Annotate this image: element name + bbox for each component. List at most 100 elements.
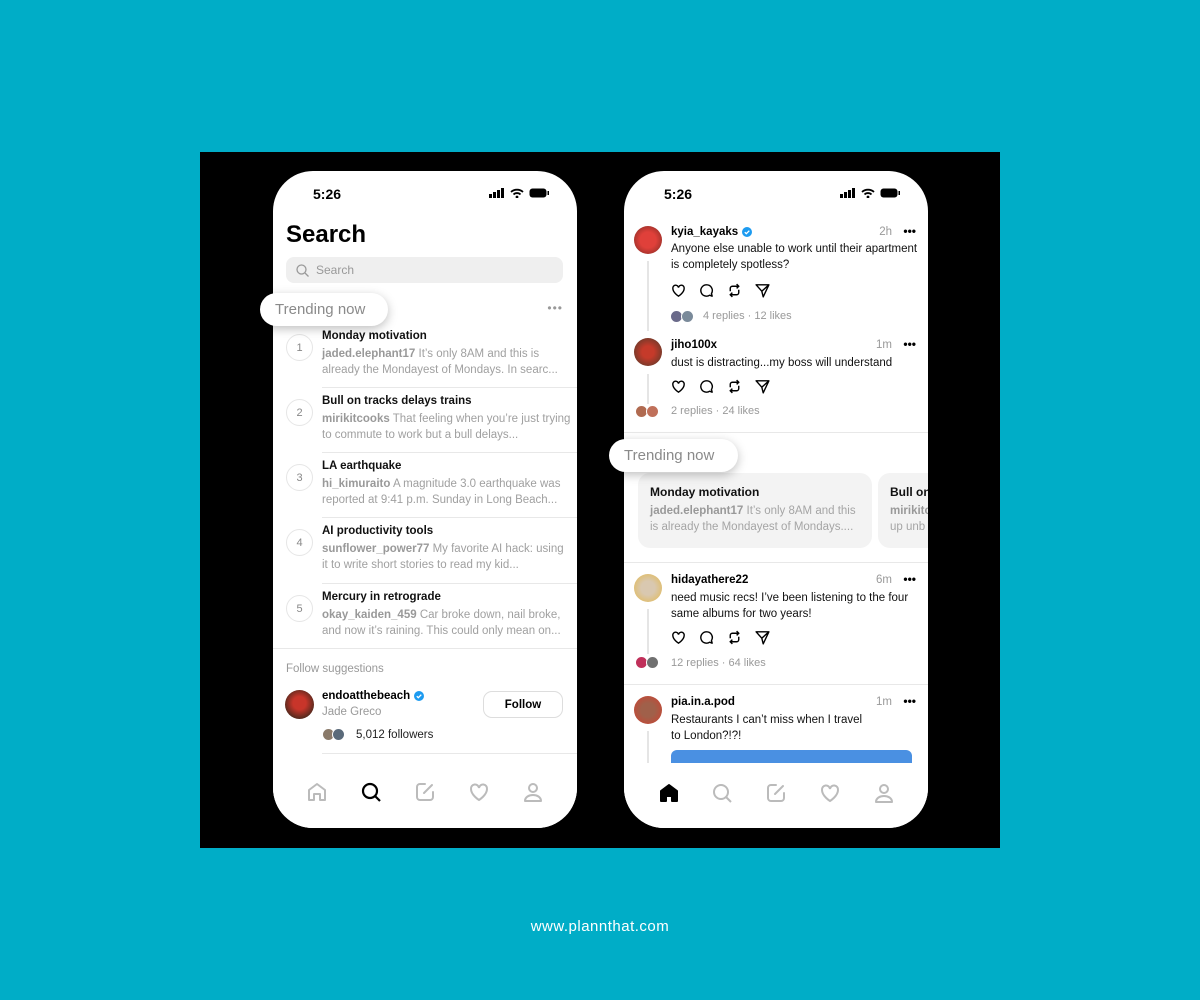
trend-item[interactable]: 1 Monday motivation jaded.elephant17 It’s … (273, 330, 577, 395)
like-icon[interactable] (670, 629, 687, 646)
post-actions (670, 378, 771, 395)
post-time: 6m (876, 574, 892, 586)
avatar[interactable] (634, 696, 662, 724)
post-username[interactable]: jiho100x (671, 339, 717, 351)
reply-icon[interactable] (698, 378, 715, 395)
compose-icon[interactable] (413, 780, 437, 804)
trend-rank: 3 (286, 464, 313, 491)
trend-title: Mercury in retrograde (322, 591, 441, 603)
profile-icon[interactable] (872, 781, 896, 805)
heart-icon[interactable] (818, 781, 842, 805)
trend-title: AI productivity tools (322, 525, 434, 537)
post-time: 1m (876, 339, 892, 351)
like-icon[interactable] (670, 282, 687, 299)
status-icons (840, 188, 900, 198)
trend-item[interactable]: 5 Mercury in retrograde okay_kaiden_459 Ca… (273, 591, 577, 656)
repost-icon[interactable] (726, 629, 743, 646)
home-feed-screen: 5:26 kyia_kayaks 2h ••• Anyone else unab… (624, 171, 928, 828)
trend-rank: 1 (286, 334, 313, 361)
more-options-icon[interactable]: ••• (903, 337, 916, 351)
avatar[interactable] (634, 574, 662, 602)
footer-url[interactable]: www.plannthat.com (0, 918, 1200, 935)
card-title: Bull on tracks delays trains (890, 485, 928, 499)
post-username[interactable]: hidayathere22 (671, 574, 748, 586)
search-icon (296, 263, 309, 277)
trending-now-label: Trending now (609, 439, 738, 472)
profile-icon[interactable] (521, 780, 545, 804)
replier-avatar (646, 656, 659, 669)
trend-title: Monday motivation (322, 330, 427, 342)
repost-icon[interactable] (726, 378, 743, 395)
trend-item[interactable]: 2 Bull on tracks delays trains mirikitcook… (273, 395, 577, 460)
trending-card[interactable]: Monday motivation jaded.elephant17 It’s o… (638, 473, 872, 548)
thread-line (647, 374, 649, 404)
trend-snippet: sunflower_power77 My favorite AI hack: u… (322, 541, 572, 573)
divider (624, 432, 928, 433)
post-text: Anyone else unable to work until their a… (671, 243, 918, 271)
post-text: Restaurants I can’t miss when I travel t… (671, 714, 863, 742)
trending-now-label: Trending now (260, 293, 388, 326)
follow-button[interactable]: Follow (483, 691, 563, 718)
share-icon[interactable] (754, 629, 771, 646)
trending-card[interactable]: Bull on tracks delays trains mirikitcooks… (878, 473, 928, 548)
reply-icon[interactable] (698, 282, 715, 299)
suggestion-name: Jade Greco (322, 706, 382, 718)
home-icon[interactable] (305, 780, 329, 804)
status-icons (489, 188, 549, 198)
trend-item[interactable]: 3 LA earthquake hi_kimuraito A magnitude 3… (273, 460, 577, 525)
compose-icon[interactable] (764, 781, 788, 805)
follower-avatar (332, 728, 345, 741)
post-stats[interactable]: 4 replies · 12 likes (703, 310, 792, 322)
thread-line (647, 261, 649, 331)
search-icon[interactable] (359, 780, 383, 804)
trend-rank: 4 (286, 529, 313, 556)
trend-rank: 2 (286, 399, 313, 426)
battery-icon (529, 188, 549, 198)
search-screen: 5:26 Search Search ••• 1 Monday motivatio… (273, 171, 577, 828)
wifi-icon (861, 188, 875, 198)
trend-snippet: mirikitcooks That feeling when you’re ju… (322, 411, 572, 443)
avatar[interactable] (634, 226, 662, 254)
divider (624, 684, 928, 685)
more-options-icon[interactable]: ••• (547, 301, 563, 315)
trend-user: okay_kaiden_459 (322, 609, 417, 621)
reply-icon[interactable] (698, 629, 715, 646)
more-options-icon[interactable]: ••• (903, 694, 916, 708)
wifi-icon (510, 188, 524, 198)
suggestion-username[interactable]: endoatthebeach (322, 690, 425, 702)
share-icon[interactable] (754, 378, 771, 395)
more-options-icon[interactable]: ••• (903, 572, 916, 586)
status-time: 5:26 (664, 186, 693, 202)
divider (322, 583, 577, 584)
trend-title: Bull on tracks delays trains (322, 395, 472, 407)
repost-icon[interactable] (726, 282, 743, 299)
signal-icon (489, 188, 504, 198)
avatar[interactable] (634, 338, 662, 366)
post-stats[interactable]: 12 replies · 64 likes (671, 657, 766, 669)
like-icon[interactable] (670, 378, 687, 395)
search-input[interactable]: Search (286, 257, 563, 283)
divider (322, 517, 577, 518)
home-icon[interactable] (657, 781, 681, 805)
trend-user: sunflower_power77 (322, 543, 430, 555)
post-actions (670, 282, 771, 299)
share-icon[interactable] (754, 282, 771, 299)
post-username[interactable]: pia.in.a.pod (671, 696, 735, 708)
post-actions (670, 629, 771, 646)
trend-item[interactable]: 4 AI productivity tools sunflower_power77 … (273, 525, 577, 590)
trend-user: hi_kimuraito (322, 478, 391, 490)
post-username[interactable]: kyia_kayaks (671, 226, 753, 238)
search-icon[interactable] (710, 781, 734, 805)
card-snippet: mirikitcooks up unb (890, 503, 928, 535)
username-text: kyia_kayaks (671, 226, 739, 238)
avatar[interactable] (285, 690, 314, 719)
trend-user: jaded.elephant17 (322, 348, 416, 360)
replier-avatar (681, 310, 694, 323)
bottom-nav (624, 763, 928, 828)
username-text: endoatthebeach (322, 690, 411, 702)
divider (273, 648, 577, 649)
post-stats[interactable]: 2 replies · 24 likes (671, 405, 760, 417)
heart-icon[interactable] (467, 780, 491, 804)
more-options-icon[interactable]: ••• (903, 224, 916, 238)
verified-badge-icon (414, 691, 425, 701)
